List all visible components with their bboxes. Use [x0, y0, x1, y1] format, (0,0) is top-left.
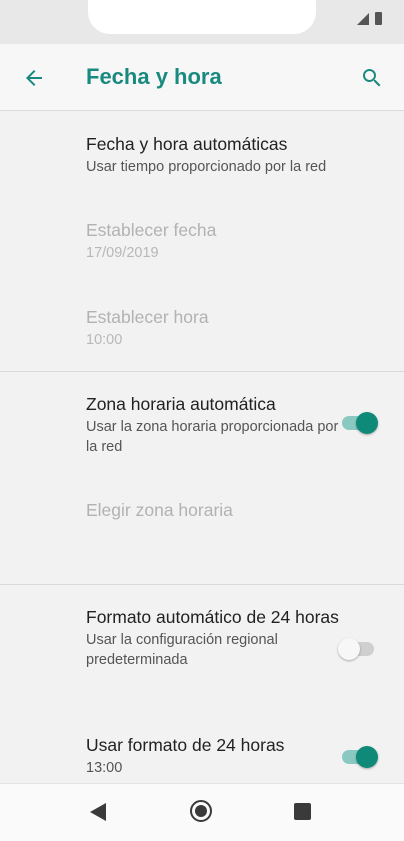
auto-24h-item[interactable]: Formato automático de 24 horas Usar la c…	[86, 605, 346, 670]
signal-icon	[357, 12, 369, 25]
auto-24h-subtitle: Usar la configuración regional predeterm…	[86, 632, 278, 668]
triangle-back-icon[interactable]	[90, 803, 106, 821]
app-bar: Fecha y hora	[0, 44, 404, 111]
auto-24h-title: Formato automático de 24 horas	[86, 607, 339, 627]
toggle-thumb	[356, 746, 378, 768]
battery-icon	[375, 12, 382, 25]
use-24h-title: Usar formato de 24 horas	[86, 735, 285, 755]
set-time-item[interactable]: Establecer hora 10:00	[86, 305, 346, 350]
choose-timezone-item[interactable]: Elegir zona horaria	[86, 498, 346, 522]
status-bar	[0, 0, 404, 44]
auto-datetime-subtitle: Usar tiempo proporcionado por la red	[86, 159, 327, 175]
toggle-thumb	[338, 638, 360, 660]
page-title: Fecha y hora	[86, 64, 222, 89]
set-date-item[interactable]: Establecer fecha 17/09/2019	[86, 218, 346, 263]
auto-timezone-toggle[interactable]	[340, 409, 382, 435]
settings-list: Fecha y hora automáticas Usar tiempo pro…	[0, 111, 404, 783]
auto-datetime-title: Fecha y hora automáticas	[86, 134, 288, 154]
system-nav-bar	[0, 783, 404, 841]
auto-timezone-item[interactable]: Zona horaria automática Usar la zona hor…	[86, 392, 346, 457]
set-date-value: 17/09/2019	[86, 245, 159, 261]
use-24h-value: 13:00	[86, 760, 123, 776]
set-date-title: Establecer fecha	[86, 220, 217, 240]
use-24h-item[interactable]: Usar formato de 24 horas 13:00	[86, 733, 346, 778]
status-icons	[357, 12, 382, 25]
auto-datetime-item[interactable]: Fecha y hora automáticas Usar tiempo pro…	[86, 132, 346, 177]
display-notch	[88, 0, 316, 34]
use-24h-toggle[interactable]	[340, 743, 382, 769]
set-time-value: 10:00	[86, 332, 123, 348]
section-divider	[0, 371, 404, 372]
toggle-thumb	[356, 412, 378, 434]
auto-timezone-title: Zona horaria automática	[86, 394, 276, 414]
choose-timezone-title: Elegir zona horaria	[86, 500, 233, 520]
square-recents-icon[interactable]	[294, 803, 311, 820]
section-divider	[0, 584, 404, 585]
search-icon	[363, 69, 381, 87]
circle-home-icon[interactable]	[190, 800, 212, 822]
back-button[interactable]	[18, 62, 50, 94]
arrow-back-icon	[26, 70, 42, 86]
auto-24h-toggle[interactable]	[338, 635, 382, 661]
set-time-title: Establecer hora	[86, 307, 209, 327]
auto-timezone-subtitle: Usar la zona horaria proporcionada por l…	[86, 419, 339, 455]
search-button[interactable]	[356, 62, 388, 94]
